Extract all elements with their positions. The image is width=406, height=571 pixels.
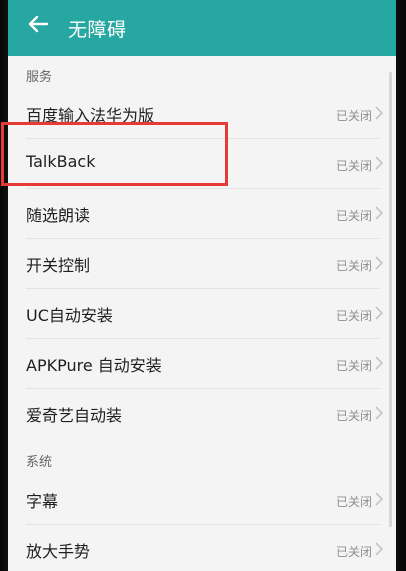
item-status: 已关闭 bbox=[335, 259, 372, 273]
item-status: 已关闭 bbox=[335, 159, 372, 173]
settings-screen: 无障碍 服务 百度输入法华为版 已关闭 TalkBack 已关闭 随选朗读 已关… bbox=[8, 0, 396, 571]
item-status: 已关闭 bbox=[335, 495, 372, 509]
item-status: 已关闭 bbox=[335, 309, 372, 323]
list-item-select-to-speak[interactable]: 随选朗读 已关闭 bbox=[8, 189, 396, 239]
item-label: UC自动安装 bbox=[26, 306, 113, 325]
chevron-right-icon bbox=[374, 405, 384, 421]
chevron-right-icon bbox=[374, 155, 384, 171]
list-item-uc-auto-install[interactable]: UC自动安装 已关闭 bbox=[8, 289, 396, 339]
list-item-magnification-gesture[interactable]: 放大手势 已关闭 bbox=[8, 525, 396, 571]
section-header-system: 系统 bbox=[26, 455, 53, 470]
item-label: 爱奇艺自动装 bbox=[26, 406, 123, 425]
list-item-switch-access[interactable]: 开关控制 已关闭 bbox=[8, 239, 396, 289]
list-item-captions[interactable]: 字幕 已关闭 bbox=[8, 475, 396, 525]
item-status: 已关闭 bbox=[335, 409, 372, 423]
highlight-annotation-box bbox=[1, 122, 228, 186]
item-label: 开关控制 bbox=[26, 256, 91, 275]
chevron-right-icon bbox=[374, 305, 384, 321]
list-item-apkpure-auto-install[interactable]: APKPure 自动安装 已关闭 bbox=[8, 339, 396, 389]
item-status: 已关闭 bbox=[335, 209, 372, 223]
chevron-right-icon bbox=[374, 491, 384, 507]
item-label: 随选朗读 bbox=[26, 206, 91, 225]
item-status: 已关闭 bbox=[335, 359, 372, 373]
scrollbar[interactable] bbox=[389, 72, 392, 527]
chevron-right-icon bbox=[374, 355, 384, 371]
back-button[interactable] bbox=[24, 12, 52, 40]
chevron-right-icon bbox=[374, 205, 384, 221]
list-item-iqiyi-auto-install[interactable]: 爱奇艺自动装 已关闭 bbox=[8, 389, 396, 439]
item-label: 放大手势 bbox=[26, 542, 91, 561]
page-title: 无障碍 bbox=[68, 19, 127, 41]
section-header-services: 服务 bbox=[26, 70, 53, 85]
app-bar: 无障碍 bbox=[8, 0, 396, 56]
chevron-right-icon bbox=[374, 541, 384, 557]
chevron-right-icon bbox=[374, 105, 384, 121]
item-label: APKPure 自动安装 bbox=[26, 356, 162, 375]
chevron-right-icon bbox=[374, 255, 384, 271]
item-status: 已关闭 bbox=[335, 109, 372, 123]
item-label: 字幕 bbox=[26, 492, 59, 511]
item-status: 已关闭 bbox=[335, 545, 372, 559]
arrow-left-icon bbox=[27, 13, 49, 39]
